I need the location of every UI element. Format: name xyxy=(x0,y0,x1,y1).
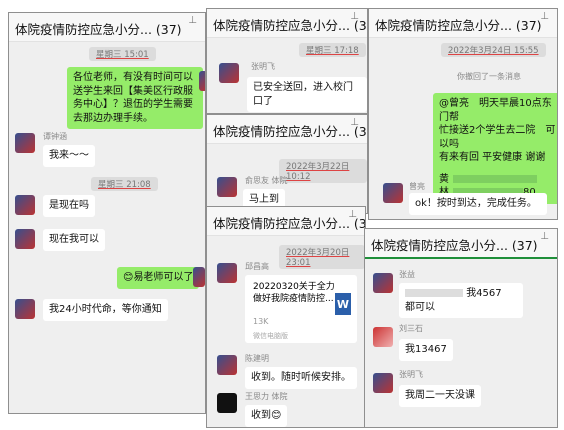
avatar xyxy=(373,327,393,347)
chat-panel-1: 体院疫情防控应急小分... (37) ⊥ 星期三 15:01 各位老师，有没有时… xyxy=(8,12,206,414)
timestamp: 2022年3月22日 10:12 xyxy=(279,159,367,183)
chat-panel-6: 体院疫情防控应急小分... (37) ⊥ 张益 我4567 都可以 刘三石 我1… xyxy=(364,228,558,428)
avatar xyxy=(193,267,205,287)
sender-name: 王思力 体院 xyxy=(245,392,288,401)
chat-panel-3: 体院疫情防控应急小分... (37) ⊥ 2022年3月24日 15:55 你撤… xyxy=(368,8,558,220)
collage: 体院疫情防控应急小分... (37) ⊥ 星期三 15:01 各位老师，有没有时… xyxy=(0,0,564,430)
pin-icon: ⊥ xyxy=(350,117,359,128)
message-bubble: 是现在吗 xyxy=(43,195,95,217)
chat-panel-4: 体院疫情防控应急小分... (37) ⊥ 2022年3月22日 10:12 俞思… xyxy=(206,114,368,214)
word-document-icon: W xyxy=(335,293,351,315)
sender-name: 张明飞 xyxy=(399,370,423,379)
sender-name: 陈建明 xyxy=(245,354,269,363)
chat-title: 体院疫情防控应急小分... (37) xyxy=(375,18,542,33)
message-bubble: 我24小时代命，等你通知 xyxy=(43,299,168,321)
avatar xyxy=(373,273,393,293)
sender-name: 张明飞 xyxy=(251,62,275,71)
message-bubble: 现在我可以 xyxy=(43,229,105,251)
timestamp: 2022年3月24日 15:55 xyxy=(441,43,546,57)
avatar xyxy=(219,63,239,83)
message-bubble: 收到😊 xyxy=(245,405,288,427)
avatar xyxy=(217,355,237,375)
message-bubble: 收到。随时听候安排。 xyxy=(245,367,357,389)
timestamp: 星期三 17:18 xyxy=(299,43,366,57)
avatar xyxy=(217,177,237,197)
pin-icon: ⊥ xyxy=(540,11,549,22)
avatar xyxy=(373,373,393,393)
divider xyxy=(365,257,557,259)
chat-header: 体院疫情防控应急小分... (37) ⊥ xyxy=(207,115,367,144)
avatar xyxy=(15,195,35,215)
file-size: 13K xyxy=(253,317,269,326)
chat-header: 体院疫情防控应急小分... (37) ⊥ xyxy=(365,229,557,258)
chat-panel-5: 体院疫情防控应急小分... (37) ⊥ 2022年3月20日 23:01 邱昌… xyxy=(206,206,366,428)
sender-name: 邱昌高 xyxy=(245,262,269,271)
message-bubble: @曾亮 明天早晨10点东门帮 忙接送2个学生去二院 可以吗 有来有回 平安健康 … xyxy=(433,93,557,204)
system-message: 你撤回了一条消息 xyxy=(457,72,521,81)
chat-panel-2: 体院疫情防控应急小分... (37) ⊥ 星期三 17:18 张明飞 已安全送回… xyxy=(206,8,368,114)
sender-name: 刘三石 xyxy=(399,324,423,333)
chat-title: 体院疫情防控应急小分... (37) xyxy=(213,124,368,139)
chat-header: 体院疫情防控应急小分... (37) ⊥ xyxy=(9,13,205,42)
chat-header: 体院疫情防控应急小分... (37) ⊥ xyxy=(207,9,367,38)
message-bubble: 各位老师，有没有时间可以送学生来回【集美区行政服务中心】？退伍的学生需要去那边办… xyxy=(67,67,203,129)
sender-name: 曾亮 xyxy=(409,182,425,191)
message-bubble: 已安全送回，进入校门口了 xyxy=(247,77,367,112)
message-bubble: 我13467 xyxy=(399,339,453,361)
sender-name: 张益 xyxy=(399,270,415,279)
file-title: 20220320关于全力做好我院疫情防控... xyxy=(253,282,335,305)
chat-title: 体院疫情防控应急小分... (37) xyxy=(371,238,538,253)
sender-name: 俞思友 体院 xyxy=(245,176,288,185)
chat-title: 体院疫情防控应急小分... (37) xyxy=(15,22,182,37)
avatar xyxy=(217,263,237,283)
avatar xyxy=(15,299,35,319)
timestamp: 星期三 15:01 xyxy=(89,47,156,61)
pin-icon: ⊥ xyxy=(540,231,549,242)
pin-icon: ⊥ xyxy=(350,11,359,22)
timestamp: 2022年3月20日 23:01 xyxy=(279,245,365,269)
message-bubble: 我来～～ xyxy=(43,145,95,167)
message-bubble: ok！按时到达，完成任务。 xyxy=(409,193,547,215)
avatar xyxy=(383,183,403,203)
message-bubble: 我周二一天没课 xyxy=(399,385,481,407)
avatar xyxy=(199,71,205,91)
chat-title: 体院疫情防控应急小分... (37) xyxy=(213,216,366,231)
sender-name: 谭钟涵 xyxy=(43,132,67,141)
file-card[interactable]: 20220320关于全力做好我院疫情防控... 13K 微信电脑版 W xyxy=(245,275,357,343)
chat-header: 体院疫情防控应急小分... (37) ⊥ xyxy=(207,207,365,236)
file-source: 微信电脑版 xyxy=(253,332,288,340)
message-bubble: 我4567 都可以 xyxy=(399,283,523,318)
message-bubble: 😊易老师可以了 xyxy=(117,267,200,289)
pin-icon: ⊥ xyxy=(188,15,197,26)
pin-icon: ⊥ xyxy=(348,209,357,220)
chat-header: 体院疫情防控应急小分... (37) ⊥ xyxy=(369,9,557,38)
chat-title: 体院疫情防控应急小分... (37) xyxy=(213,18,368,33)
emoji-icon: 😊 xyxy=(123,272,134,283)
avatar xyxy=(15,229,35,249)
avatar xyxy=(15,133,35,153)
timestamp: 星期三 21:08 xyxy=(91,177,158,191)
avatar xyxy=(217,393,237,413)
emoji-icon: 😊 xyxy=(271,410,282,421)
